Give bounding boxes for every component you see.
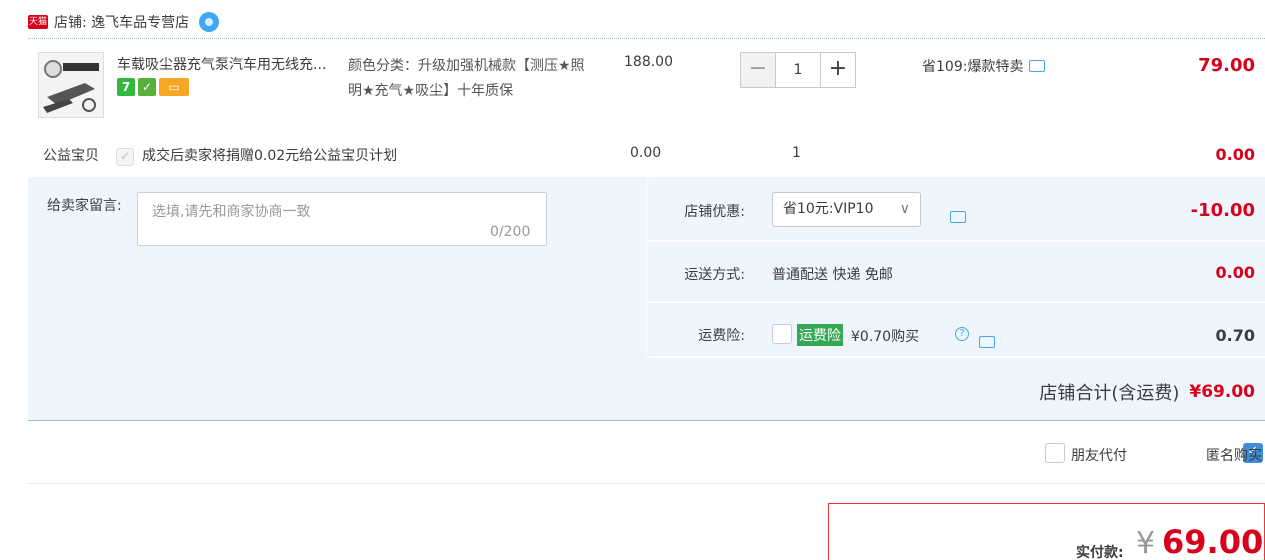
service-badges: 7 ✓ ▭: [117, 78, 189, 96]
chevron-down-icon: ∨: [899, 201, 910, 217]
unit-price: 188.00: [624, 54, 673, 70]
quantity-minus-button[interactable]: −: [740, 52, 776, 88]
charity-checkbox: [116, 148, 134, 166]
charity-price: 0.00: [630, 145, 662, 161]
store-total-label: 店铺合计(含运费): [1039, 383, 1180, 404]
promo-comment-icon[interactable]: [1029, 60, 1046, 72]
store-total: 店铺合计(含运费) ¥69.00: [1039, 379, 1255, 405]
row-divider: [648, 356, 1265, 358]
shipping-label: 运送方式:: [684, 267, 745, 283]
message-char-count: 0/200: [490, 224, 531, 240]
friend-pay-label[interactable]: 朋友代付: [1071, 445, 1127, 465]
product-title-link[interactable]: 车载吸尘器充气泵汽车用无线充...: [117, 54, 342, 74]
insurance-label: 运费险:: [698, 328, 745, 344]
item-subtotal: 79.00: [1198, 55, 1255, 76]
insurance-amount: 0.70: [1215, 326, 1255, 345]
sku-description: 颜色分类：升级加强机械款【测压★照明★充气★吸尘】十年质保: [348, 58, 585, 99]
shipping-method: 普通配送 快递 免邮: [772, 267, 893, 283]
store-name[interactable]: 店铺: 逸飞车品专营店: [54, 12, 189, 32]
discount-selected: 省10元:VIP10: [783, 201, 874, 217]
charity-text: 成交后卖家将捐赠0.02元给公益宝贝计划: [142, 148, 398, 164]
shipping-amount: 0.00: [1215, 263, 1255, 282]
discount-select[interactable]: 省10元:VIP10 ∨: [772, 192, 921, 227]
discount-label: 店铺优惠:: [684, 204, 745, 220]
insurance-comment-icon[interactable]: [978, 336, 995, 348]
quantity-plus-button[interactable]: +: [820, 52, 856, 88]
seven-day-return-icon[interactable]: 7: [117, 78, 135, 96]
store-total-amount: ¥69.00: [1189, 382, 1255, 402]
row-divider: [648, 301, 1265, 303]
payment-amount: 69.00: [1162, 523, 1264, 560]
row-divider: [648, 240, 1265, 242]
message-placeholder: 选填,请先和商家协商一致: [152, 204, 311, 220]
anonymous-label[interactable]: 匿名购买: [1206, 445, 1262, 465]
message-label: 给卖家留言:: [47, 198, 122, 214]
quantity-stepper: − 1 +: [740, 52, 856, 88]
friend-pay-checkbox[interactable]: [1045, 443, 1065, 463]
divider: [28, 483, 1265, 484]
store-header: 天猫 店铺: 逸飞车品专营店: [28, 8, 220, 36]
payment-label: 实付款:: [1076, 545, 1124, 560]
promo-info: 省109:爆款特卖: [922, 56, 1046, 76]
help-icon[interactable]: ?: [955, 327, 969, 341]
charity-subtotal: 0.00: [1215, 145, 1255, 164]
tmall-icon: 天猫: [28, 15, 48, 29]
wangwang-chat-icon[interactable]: [199, 12, 220, 32]
charity-qty: 1: [792, 145, 801, 161]
discount-amount: -10.00: [1190, 200, 1255, 221]
charity-label: 公益宝贝: [43, 148, 99, 164]
discount-comment-icon[interactable]: [950, 211, 967, 223]
insurance-tag: 运费险: [797, 324, 843, 346]
promo-text: 省109:爆款特卖: [922, 59, 1024, 75]
product-thumbnail[interactable]: [38, 52, 104, 118]
insurance-price: ¥0.70购买: [851, 329, 920, 345]
quantity-input[interactable]: 1: [775, 52, 821, 88]
credit-card-icon[interactable]: ▭: [159, 78, 189, 96]
payment-currency: ¥: [1136, 526, 1156, 560]
insurance-checkbox[interactable]: [772, 324, 792, 344]
guarantee-shield-icon[interactable]: ✓: [138, 78, 156, 96]
divider: [28, 38, 1265, 39]
